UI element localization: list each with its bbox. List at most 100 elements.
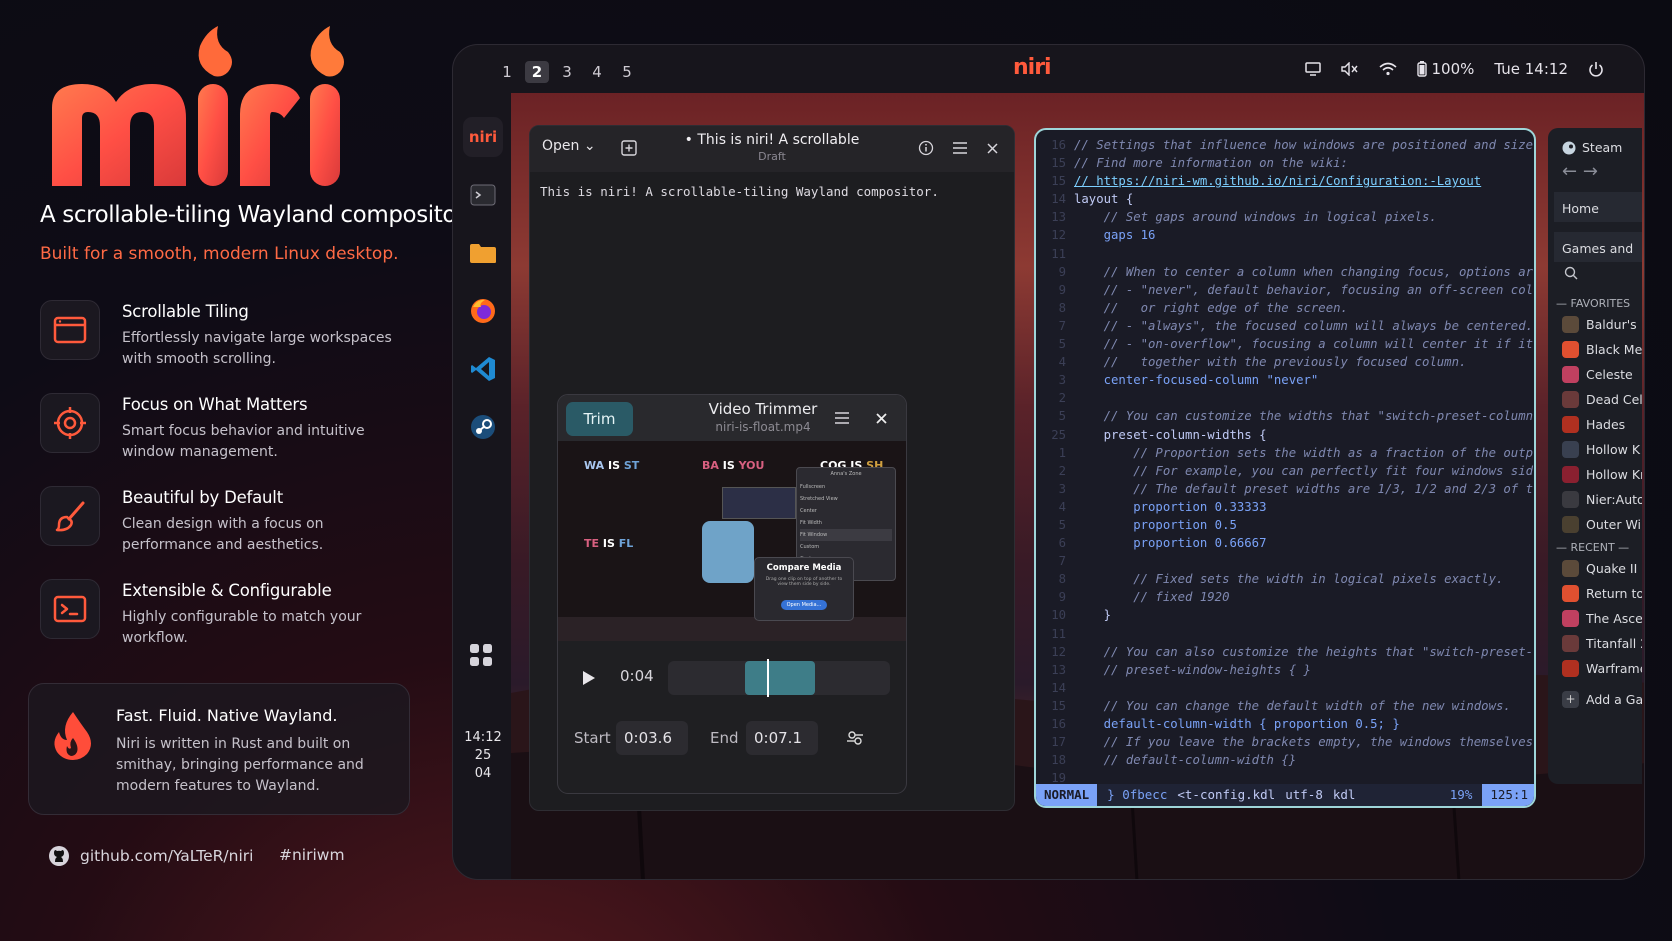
code-line: 1 // Proportion sets the width as a frac…	[1036, 444, 1534, 462]
line-text: // For example, you can perfectly fit fo…	[1074, 463, 1534, 478]
game-title: Warframe	[1586, 661, 1642, 676]
volume-muted-icon[interactable]	[1341, 62, 1359, 76]
file-type: kdl	[1332, 787, 1356, 802]
game-title: Nier:Auto	[1586, 492, 1642, 507]
menu-icon[interactable]	[834, 411, 850, 425]
line-number: 6	[1058, 536, 1066, 551]
line-text: proportion 0.66667	[1074, 536, 1267, 551]
game-icon	[1562, 391, 1579, 408]
workspace-1[interactable]: 1	[495, 61, 519, 83]
app-grid-icon[interactable]	[469, 643, 493, 667]
status-line: NORMAL } 0fbecc <t-config.kdl utf-8 kdl …	[1036, 784, 1534, 806]
game-item[interactable]: Quake II	[1548, 556, 1642, 581]
workspace-3[interactable]: 3	[555, 61, 579, 83]
line-number: 4	[1058, 355, 1066, 370]
code-line: 5 // - "on-overflow", focusing a column …	[1036, 335, 1534, 353]
playhead[interactable]	[767, 659, 769, 697]
game-item[interactable]: Nier:Auto	[1548, 487, 1642, 512]
forward-arrow-icon[interactable]: →	[1583, 161, 1598, 182]
editor-text-area[interactable]: This is niri! A scrollable-tiling Waylan…	[530, 172, 1014, 211]
game-title: Dead Cell	[1586, 392, 1642, 407]
start-time-field[interactable]: 0:03.6	[616, 721, 688, 755]
code-line: 3 center-focused-column "never"	[1036, 371, 1534, 389]
code-view[interactable]: 16// Settings that influence how windows…	[1036, 136, 1534, 787]
wifi-icon[interactable]	[1379, 62, 1398, 76]
feature-scrollable-tiling: Scrollable Tiling Effortlessly navigate …	[40, 300, 410, 374]
close-icon[interactable]	[876, 413, 887, 424]
game-item[interactable]: Hollow K	[1548, 437, 1642, 462]
line-text: // Set gaps around windows in logical pi…	[1074, 210, 1437, 225]
play-icon[interactable]	[582, 670, 596, 686]
game-item[interactable]: Baldur's	[1548, 312, 1642, 337]
menu-icon[interactable]	[952, 141, 968, 155]
line-number: 7	[1058, 318, 1066, 333]
trim-timeline[interactable]	[668, 659, 890, 697]
game-item[interactable]: Celeste	[1548, 362, 1642, 387]
trim-tab[interactable]: Trim	[566, 402, 633, 436]
code-line: 16 default-column-width { proportion 0.5…	[1036, 715, 1534, 733]
end-time-field[interactable]: 0:07.1	[746, 721, 818, 755]
workspace-2[interactable]: 2	[525, 61, 549, 83]
line-number: 16	[1051, 717, 1066, 731]
game-item[interactable]: Warframe	[1548, 656, 1642, 681]
trim-selection[interactable]	[745, 661, 815, 695]
trimmer-title: Video Trimmer	[708, 400, 818, 418]
brush-icon	[40, 486, 100, 546]
recent-list: Quake II Return to The Asce Titanfall 2 Warf…	[1548, 556, 1642, 681]
line-number: 5	[1058, 337, 1066, 352]
workspace-4[interactable]: 4	[585, 61, 609, 83]
wayland-card: Fast. Fluid. Native Wayland. Niri is wri…	[28, 683, 410, 815]
game-icon	[1562, 416, 1579, 433]
workspace-5[interactable]: 5	[615, 61, 639, 83]
game-icon	[1562, 366, 1579, 383]
steam-home[interactable]: Home	[1554, 192, 1642, 222]
game-icon	[1562, 585, 1579, 602]
settings-icon[interactable]	[846, 729, 864, 747]
close-icon[interactable]	[987, 143, 998, 154]
subline: Built for a smooth, modern Linux desktop…	[40, 244, 399, 264]
game-item[interactable]: The Asce	[1548, 606, 1642, 631]
system-tray: 100% Tue 14:12	[1305, 60, 1604, 78]
feature-desc: Clean design with a focus on performance…	[122, 516, 324, 553]
firefox-app-icon[interactable]	[463, 291, 503, 331]
power-icon[interactable]	[1588, 61, 1604, 77]
github-url[interactable]: github.com/YaLTeR/niri	[80, 847, 253, 865]
steam-window: Steam ← → Home Games and — FAVORITES Bal…	[1548, 128, 1642, 784]
line-text: // You can also customize the heights th…	[1074, 644, 1534, 659]
game-item[interactable]: Outer Wil	[1548, 512, 1642, 537]
github-link[interactable]: github.com/YaLTeR/niri	[48, 845, 253, 867]
favorites-list: Baldur's Black Me Celeste Dead Cell Hades Hol…	[1548, 312, 1642, 537]
add-game-button[interactable]: +Add a Gam	[1548, 687, 1642, 712]
nav-arrows: ← →	[1548, 155, 1642, 182]
back-arrow-icon[interactable]: ←	[1562, 161, 1577, 182]
dock-niri[interactable]: niri	[463, 117, 503, 157]
vscode-app-icon[interactable]	[463, 349, 503, 389]
search-icon[interactable]	[1564, 266, 1642, 283]
game-item[interactable]: Hollow Kı	[1548, 462, 1642, 487]
line-text: layout {	[1074, 192, 1134, 207]
game-item[interactable]: Hades	[1548, 412, 1642, 437]
files-app-icon[interactable]	[463, 233, 503, 273]
video-preview[interactable]: WA IS ST BA IS YOU COG IS SH TE IS FL An…	[558, 441, 906, 641]
steam-games-filter[interactable]: Games and	[1554, 232, 1642, 262]
feature-desc: Smart focus behavior and intuitive windo…	[122, 423, 365, 460]
monitor-icon[interactable]	[1305, 62, 1322, 76]
feature-beautiful: Beautiful by Default Clean design with a…	[40, 486, 410, 560]
code-line: 6 proportion 0.66667	[1036, 534, 1534, 552]
line-number: 3	[1058, 481, 1066, 496]
terminal-app-icon[interactable]	[463, 175, 503, 215]
game-icon	[1562, 560, 1579, 577]
game-item[interactable]: Black Me	[1548, 337, 1642, 362]
game-icon	[1562, 491, 1579, 508]
code-line: 8 // or right edge of the screen.	[1036, 299, 1534, 317]
info-icon[interactable]	[918, 140, 934, 156]
steam-app-icon[interactable]	[463, 407, 503, 447]
game-item[interactable]: Return to	[1548, 581, 1642, 606]
battery-indicator[interactable]: 100%	[1417, 60, 1474, 78]
line-number: 25	[1051, 427, 1066, 442]
game-item[interactable]: Dead Cell	[1548, 387, 1642, 412]
line-text: default-column-width { proportion 0.5; }	[1074, 717, 1400, 731]
target-icon	[40, 393, 100, 453]
topbar-clock[interactable]: Tue 14:12	[1494, 60, 1568, 78]
game-item[interactable]: Titanfall 2	[1548, 631, 1642, 656]
